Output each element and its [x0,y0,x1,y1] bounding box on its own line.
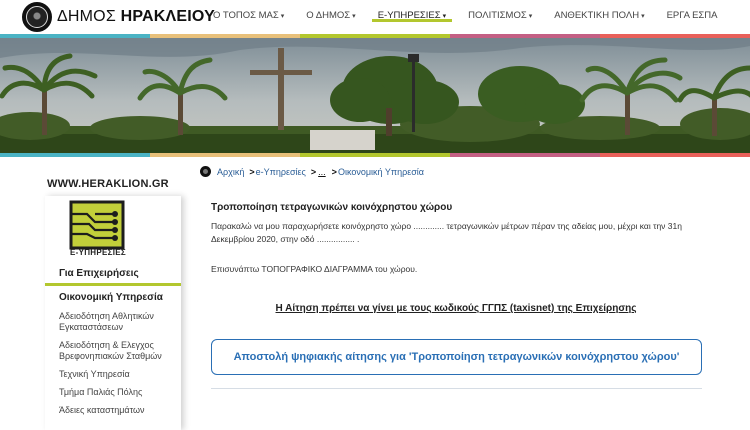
chevron-down-icon: ▾ [280,13,285,20]
circuit-icon [69,200,125,250]
main-navigation: Ο ΤΟΠΟΣ ΜΑΣ ▾ Ο ΔΗΜΟΣ ▾ Ε-ΥΠΗΡΕΣΙΕΣ ▾ ΠΟΛΙΤΙΣΜ… [213,0,739,34]
nav-item-label: Ε-ΥΠΗΡΕΣΙΕΣ [377,10,441,21]
request-paragraph: Παρακαλώ να μου παραχωρήσετε κοινόχρηστο… [211,221,682,244]
site-brand[interactable]: ΔΗΜΟΣ ΗΡΑΚΛΕΙΟΥ [57,8,215,26]
attachment-note: Επισυνάπτω ΤΟΠΟΓΡΑΦΙΚΟ ΔΙΑΓΡΑΜΜΑ του χώρ… [211,264,418,274]
breadcrumb-separator: > [249,166,255,177]
sidebar-section-title[interactable]: Για Επιχειρήσεις [59,268,139,279]
content-divider [211,388,702,389]
e-services-icon-label: Ε-ΥΠΗΡΕΣΙΕΣ [69,248,127,257]
sidebar-menu: Οικονομική Υπηρεσία Αδειοδότηση Αθλητικών… [59,292,179,423]
nav-item-4[interactable]: ΠΟΛΙΤΙΣΜΟΣ ▾ [468,0,532,34]
brand-name-bold: ΗΡΑΚΛΕΙΟΥ [120,8,215,25]
municipality-logo[interactable] [22,2,52,32]
chevron-down-icon: ▾ [442,13,447,20]
stripe-segment [450,153,600,157]
sidebar-item[interactable]: Αδειοδότηση & Ελεγχος Βρεφονηπιακών Σταθ… [59,340,179,362]
landscape-illustration [0,38,750,153]
nav-item-5[interactable]: ΑΝΘΕΚΤΙΚΗ ΠΟΛΗ ▾ [554,0,644,34]
stripe-segment [150,153,300,157]
breadcrumb: Αρχική > e-Υπηρεσίες > ... > Οικονομική … [200,166,424,177]
color-stripe-bottom [0,153,750,157]
nav-item-2[interactable]: Ο ΔΗΜΟΣ ▾ [306,0,355,34]
nav-item-label: ΕΡΓΑ ΕΣΠΑ [666,10,718,21]
breadcrumb-home[interactable]: Αρχική [217,167,244,177]
nav-item-label: Ο ΤΟΠΟΣ ΜΑΣ [213,10,279,21]
brand-name-light: ΔΗΜΟΣ [57,8,121,25]
sidebar-item[interactable]: Αδειοδότηση Αθλητικών Εγκαταστάσεων [59,311,179,333]
nav-item-1[interactable]: Ο ΤΟΠΟΣ ΜΑΣ ▾ [213,0,284,34]
site-url-label[interactable]: WWW.HERAKLION.GR [47,178,169,190]
section-underline [45,283,181,286]
stripe-segment [0,153,150,157]
breadcrumb-ellipsis[interactable]: ... [318,167,326,177]
hero-banner-image [0,38,750,153]
nav-item-label: Ο ΔΗΜΟΣ [306,10,351,21]
breadcrumb-current[interactable]: Οικονομική Υπηρεσία [338,167,424,177]
nav-item-label: ΠΟΛΙΤΙΣΜΟΣ [468,10,527,21]
chevron-down-icon: ▾ [528,13,533,20]
nav-item-3[interactable]: Ε-ΥΠΗΡΕΣΙΕΣ ▾ [371,0,453,34]
sidebar-item[interactable]: Οικονομική Υπηρεσία [59,292,179,303]
home-seal-icon[interactable] [200,166,211,177]
chevron-down-icon: ▾ [352,13,356,20]
nav-item-label: ΑΝΘΕΚΤΙΚΗ ΠΟΛΗ [554,10,640,21]
sidebar-item[interactable]: Τμήμα Παλιάς Πόλης [59,387,179,398]
seal-icon [26,6,48,28]
sidebar-panel: Ε-ΥΠΗΡΕΣΙΕΣ Για Επιχειρήσεις Οικονομική … [45,196,181,430]
stripe-segment [300,153,450,157]
sidebar-item[interactable]: Άδειες καταστημάτων [59,405,179,416]
breadcrumb-separator: > [331,166,337,177]
site-header: ΔΗΜΟΣ ΗΡΑΚΛΕΙΟΥ Ο ΤΟΠΟΣ ΜΑΣ ▾ Ο ΔΗΜΟΣ ▾ Ε-ΥΠ… [0,0,750,34]
chevron-down-icon: ▾ [641,13,645,20]
breadcrumb-e-services[interactable]: e-Υπηρεσίες [256,167,306,177]
stripe-segment [600,153,750,157]
page-title: Τροποποίηση τετραγωνικών κοινόχρηστου χώ… [211,202,453,213]
submit-application-button[interactable]: Αποστολή ψηφιακής αίτησης για 'Τροποποίη… [211,339,702,375]
taxisnet-notice-link[interactable]: Η Αίτηση πρέπει να γίνει με τους κωδικού… [211,303,701,314]
sidebar-item[interactable]: Τεχνική Υπηρεσία [59,369,179,380]
breadcrumb-separator: > [310,166,317,177]
nav-item-6[interactable]: ΕΡΓΑ ΕΣΠΑ [667,0,718,34]
